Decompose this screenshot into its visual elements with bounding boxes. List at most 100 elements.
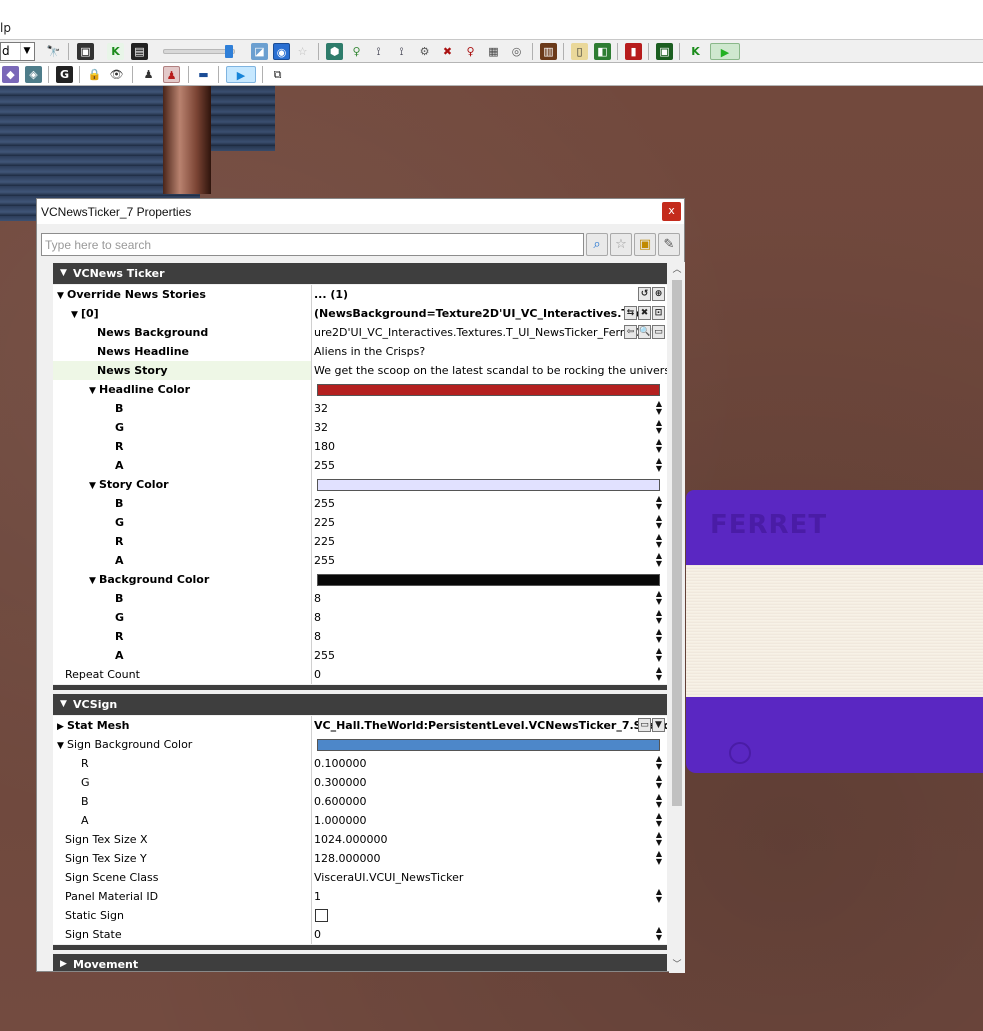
- color-swatch[interactable]: [317, 574, 660, 586]
- eye-icon[interactable]: 👁: [108, 66, 125, 83]
- property-value[interactable]: 180 ▲ ▼: [311, 437, 667, 456]
- value-action-button[interactable]: 🔍: [638, 325, 651, 339]
- property-row[interactable]: News Story We get the scoop on the latest…: [53, 361, 667, 380]
- spin-arrows-icon[interactable]: ▲ ▼: [653, 628, 665, 645]
- stop-build-icon[interactable]: ✖: [439, 43, 456, 60]
- property-value[interactable]: 8 ▲ ▼: [311, 627, 667, 646]
- scroll-down-icon[interactable]: ﹀: [669, 957, 685, 973]
- mode-combo[interactable]: d ▼: [0, 42, 35, 61]
- property-row[interactable]: ▼ Override News Stories ... (1) ↺ ⊕: [53, 285, 667, 304]
- color-swatch[interactable]: [317, 479, 660, 491]
- value-action-button[interactable]: ⊕: [652, 287, 665, 301]
- property-row[interactable]: G 32 ▲ ▼: [53, 418, 667, 437]
- color-swatch[interactable]: [317, 384, 660, 396]
- property-value[interactable]: 225 ▲ ▼: [311, 513, 667, 532]
- property-row[interactable]: Repeat Count 0 ▲ ▼: [53, 665, 667, 684]
- map-check-icon[interactable]: ◎: [508, 43, 525, 60]
- property-value[interactable]: VisceraUI.VCUI_NewsTicker: [311, 868, 667, 887]
- property-value[interactable]: 255 ▲ ▼: [311, 494, 667, 513]
- value-action-button[interactable]: ⊡: [652, 306, 665, 320]
- spin-arrows-icon[interactable]: ▲ ▼: [653, 438, 665, 455]
- collapse-arrow-icon[interactable]: ▼: [60, 694, 67, 715]
- property-value[interactable]: Aliens in the Crisps?: [311, 342, 667, 361]
- property-row[interactable]: Panel Material ID 1 ▲ ▼: [53, 887, 667, 906]
- property-row[interactable]: B 8 ▲ ▼: [53, 589, 667, 608]
- settings-wrench-icon[interactable]: ✎: [658, 233, 680, 256]
- build-cover-icon[interactable]: ⟟: [393, 43, 410, 60]
- scroll-thumb[interactable]: [672, 280, 682, 806]
- build-lighting-icon[interactable]: ♀: [348, 43, 365, 60]
- property-value[interactable]: 8 ▲ ▼: [311, 608, 667, 627]
- search-input[interactable]: [41, 233, 584, 256]
- spin-arrows-icon[interactable]: ▲ ▼: [653, 400, 665, 417]
- property-row[interactable]: News Headline Aliens in the Crisps?: [53, 342, 667, 361]
- property-value[interactable]: 1.000000 ▲ ▼: [311, 811, 667, 830]
- play-button[interactable]: ▶: [226, 66, 256, 83]
- property-value[interactable]: 255 ▲ ▼: [311, 456, 667, 475]
- static-sign-checkbox[interactable]: [315, 909, 328, 922]
- build-paths-icon[interactable]: ⟟: [370, 43, 387, 60]
- kismet-icon[interactable]: K: [107, 43, 124, 60]
- collapse-arrow-icon[interactable]: ▼: [60, 263, 67, 284]
- property-row[interactable]: G 8 ▲ ▼: [53, 608, 667, 627]
- property-row[interactable]: R 8 ▲ ▼: [53, 627, 667, 646]
- news-ticker-sign-mesh[interactable]: FERRET: [686, 490, 983, 773]
- property-row[interactable]: R 180 ▲ ▼: [53, 437, 667, 456]
- property-value[interactable]: 32 ▲ ▼: [311, 418, 667, 437]
- cook-icon[interactable]: ▮: [625, 43, 642, 60]
- camera-speed-slider[interactable]: [163, 45, 235, 58]
- property-value[interactable]: 0.600000 ▲ ▼: [311, 792, 667, 811]
- property-row[interactable]: Static Sign: [53, 906, 667, 925]
- favorites-star-icon[interactable]: ☆: [610, 233, 632, 256]
- spin-arrows-icon[interactable]: ▲ ▼: [653, 647, 665, 664]
- property-value[interactable]: ... (1) ↺ ⊕: [311, 285, 667, 304]
- pawn-icon[interactable]: ♟: [140, 66, 157, 83]
- property-row[interactable]: A 1.000000 ▲ ▼: [53, 811, 667, 830]
- property-value[interactable]: 255 ▲ ▼: [311, 646, 667, 665]
- property-value[interactable]: 0.300000 ▲ ▼: [311, 773, 667, 792]
- star-icon[interactable]: ☆: [294, 43, 311, 60]
- property-row[interactable]: B 255 ▲ ▼: [53, 494, 667, 513]
- actor-browser-icon[interactable]: ▣: [77, 43, 94, 60]
- swarm-icon[interactable]: ♀: [462, 43, 479, 60]
- property-value[interactable]: [311, 570, 667, 589]
- value-action-button[interactable]: ✖: [638, 306, 651, 320]
- property-row[interactable]: B 32 ▲ ▼: [53, 399, 667, 418]
- value-action-button[interactable]: ▼: [652, 718, 665, 732]
- groups-icon[interactable]: G: [56, 66, 73, 83]
- launch-icon[interactable]: ◧: [594, 43, 611, 60]
- close-button[interactable]: x: [662, 202, 681, 221]
- property-value[interactable]: (NewsBackground=Texture2D'UI_VC_Interact…: [311, 304, 667, 323]
- property-row[interactable]: News Background ure2D'UI_VC_Interactives.…: [53, 323, 667, 342]
- maximize-viewport-icon[interactable]: ⧉: [269, 66, 286, 83]
- sphere-icon[interactable]: ◆: [2, 66, 19, 83]
- spin-arrows-icon[interactable]: ▲ ▼: [653, 755, 665, 772]
- property-value[interactable]: VC_Hall.TheWorld:PersistentLevel.VCNewsT…: [311, 716, 667, 735]
- kismet-record-icon[interactable]: K: [687, 43, 704, 60]
- value-action-button[interactable]: ⇆: [624, 306, 637, 320]
- property-value[interactable]: [311, 735, 667, 754]
- property-row[interactable]: ▶ Stat Mesh VC_Hall.TheWorld:PersistentLev…: [53, 716, 667, 735]
- play-in-editor-button[interactable]: ▶: [710, 43, 740, 60]
- spin-arrows-icon[interactable]: ▲ ▼: [653, 552, 665, 569]
- vertical-scrollbar[interactable]: ︿ ﹀: [669, 262, 685, 973]
- spin-arrows-icon[interactable]: ▲ ▼: [653, 926, 665, 943]
- value-action-button[interactable]: ⇦: [624, 325, 637, 339]
- expand-arrow-icon[interactable]: ▶: [60, 954, 67, 971]
- category-header[interactable]: ▼ VCSign: [53, 694, 667, 715]
- chevron-down-icon[interactable]: ▼: [20, 43, 33, 60]
- spin-arrows-icon[interactable]: ▲ ▼: [653, 533, 665, 550]
- spin-arrows-icon[interactable]: ▲ ▼: [653, 495, 665, 512]
- property-row[interactable]: G 225 ▲ ▼: [53, 513, 667, 532]
- property-value[interactable]: 1024.000000 ▲ ▼: [311, 830, 667, 849]
- spin-arrows-icon[interactable]: ▲ ▼: [653, 812, 665, 829]
- window-icon[interactable]: ▬: [195, 66, 212, 83]
- realtime-icon[interactable]: ◉: [273, 43, 290, 60]
- spin-arrows-icon[interactable]: ▲ ▼: [653, 457, 665, 474]
- property-row[interactable]: Sign State 0 ▲ ▼: [53, 925, 667, 944]
- spin-arrows-icon[interactable]: ▲ ▼: [653, 419, 665, 436]
- property-row[interactable]: ▼ [0] (NewsBackground=Texture2D'UI_VC_Inte…: [53, 304, 667, 323]
- value-action-button[interactable]: ▭: [638, 718, 651, 732]
- property-row[interactable]: A 255 ▲ ▼: [53, 551, 667, 570]
- property-value[interactable]: 0 ▲ ▼: [311, 665, 667, 684]
